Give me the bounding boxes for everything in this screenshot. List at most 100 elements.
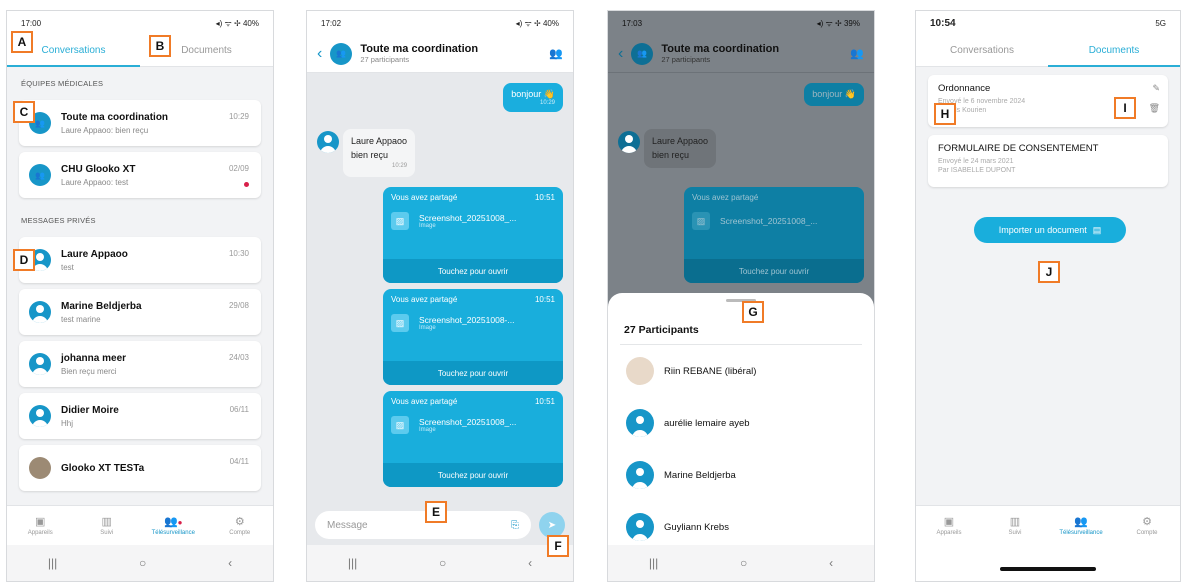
message-author: Laure Appaoo <box>652 136 709 146</box>
chart-icon: ▥ <box>101 516 112 528</box>
status-time: 17:03 <box>622 18 643 28</box>
section-private-messages: MESSAGES PRIVÉS <box>21 216 96 225</box>
file-type: Image <box>419 325 436 331</box>
group-avatar-icon: 👥 <box>29 164 51 186</box>
conversation-item[interactable]: 👥 CHU Glooko XT Laure Appaoo: test 02/09 <box>19 152 261 198</box>
chat-header: ‹ 👥 Toute ma coordination 27 participant… <box>608 35 874 73</box>
tab-bar: Conversations Documents <box>916 35 1180 67</box>
nav-account[interactable]: ⚙ Compte <box>1114 506 1180 545</box>
tab-conversations[interactable]: Conversations <box>916 35 1048 66</box>
system-nav-bar: ||| ○ ‹ <box>7 545 273 581</box>
private-message-item[interactable]: Glooko XT TESTa 04/11 <box>19 445 261 491</box>
back-arrow-icon[interactable]: ‹ <box>317 45 322 63</box>
document-date: Envoyé le 24 mars 2021 <box>938 158 1014 165</box>
marker-a: A <box>11 31 33 53</box>
contact-name: Glooko XT TESTa <box>61 462 145 474</box>
shared-file-message[interactable]: Vous avez partagé 10:51 ▨ Screenshot_20251… <box>383 289 563 385</box>
status-indicators: ◂) ᯤ ✢ 39% <box>816 18 860 28</box>
photo-avatar <box>626 357 654 385</box>
message-time: 10:29 <box>392 163 408 169</box>
marker-b: B <box>149 35 171 57</box>
person-avatar-icon <box>317 131 339 153</box>
message-text: bien reçu <box>652 149 690 160</box>
shared-file-message[interactable]: Vous avez partagé 10:51 ▨ Screenshot_20251… <box>383 391 563 487</box>
image-icon: ▨ <box>391 212 409 230</box>
participant-count: 27 participants <box>360 55 410 64</box>
participant-row[interactable]: Riin REBANE (libéral) <box>608 345 874 397</box>
outgoing-message: bonjour 👋 <box>804 83 864 106</box>
participant-row[interactable]: aurélie lemaire ayeb <box>608 397 874 449</box>
tap-to-open[interactable]: Touchez pour ouvrir <box>383 463 563 487</box>
tap-to-open[interactable]: Touchez pour ouvrir <box>383 259 563 283</box>
recents-icon[interactable]: ||| <box>649 556 658 570</box>
nav-followup[interactable]: ▥ Suivi <box>982 506 1048 545</box>
import-document-button[interactable]: Importer un document ▤ <box>974 217 1126 243</box>
attachment-icon[interactable]: ⎘ <box>511 520 519 531</box>
marker-i: I <box>1114 97 1136 119</box>
file-name: Screenshot_20251008_... <box>720 216 818 226</box>
participant-name: Riin REBANE (libéral) <box>664 365 757 377</box>
trash-icon[interactable]: 🗑 <box>1149 103 1160 114</box>
nav-label: Télésurveillance <box>1059 530 1103 536</box>
share-header: Vous avez partagé <box>391 295 458 304</box>
home-icon[interactable]: ○ <box>439 556 446 570</box>
status-time: 17:00 <box>21 18 42 28</box>
nav-devices[interactable]: ▣ Appareils <box>7 506 74 545</box>
nav-telemonitoring[interactable]: 👥● Télésurveillance <box>140 506 207 545</box>
back-icon[interactable]: ‹ <box>829 556 833 570</box>
back-arrow-icon[interactable]: ‹ <box>618 45 623 63</box>
participant-row[interactable]: Marine Beldjerba <box>608 449 874 501</box>
conversation-name: Toute ma coordination <box>61 111 169 123</box>
shared-file-message[interactable]: Vous avez partagé 10:51 ▨ Screenshot_20251… <box>383 187 563 283</box>
document-title: Ordonnance <box>938 83 991 94</box>
back-icon[interactable]: ‹ <box>228 556 232 570</box>
tab-documents[interactable]: Documents <box>1048 35 1180 67</box>
private-message-item[interactable]: Didier Moire Hhj 06/11 <box>19 393 261 439</box>
chat-title: Toute ma coordination <box>360 43 479 55</box>
home-indicator[interactable] <box>916 545 1180 581</box>
status-indicators: ◂) ᯤ ✢ 40% <box>215 18 259 28</box>
message-author: Laure Appaoo <box>351 136 408 146</box>
unread-dot <box>244 182 249 187</box>
home-icon[interactable]: ○ <box>139 556 146 570</box>
nav-telemonitoring[interactable]: 👥 Télésurveillance <box>1048 506 1114 545</box>
message-time: 10:29 <box>539 100 555 106</box>
recents-icon[interactable]: ||| <box>48 556 57 570</box>
conversation-item[interactable]: 👥 Toute ma coordination Laure Appaoo: bi… <box>19 100 261 146</box>
message-text: bonjour 👋 <box>812 89 856 99</box>
person-avatar-icon <box>626 513 654 541</box>
private-message-item[interactable]: Laure Appaoo test 10:30 <box>19 237 261 283</box>
message-preview: Bien reçu merci <box>61 366 117 376</box>
nav-account[interactable]: ⚙ Compte <box>207 506 274 545</box>
conversation-date: 10:29 <box>228 112 249 121</box>
input-placeholder: Message <box>327 519 368 531</box>
bottom-nav: ▣ Appareils ▥ Suivi 👥 Télésurveillance ⚙ Com… <box>916 505 1180 545</box>
home-icon[interactable]: ○ <box>740 556 747 570</box>
contact-name: Laure Appaoo <box>61 248 128 260</box>
marker-f: F <box>547 535 569 557</box>
recents-icon[interactable]: ||| <box>348 556 357 570</box>
private-message-item[interactable]: johanna meer Bien reçu merci 24/03 <box>19 341 261 387</box>
participants-icon[interactable]: 👥 <box>850 47 864 60</box>
edit-pencil-icon[interactable]: ✎ <box>1152 83 1160 94</box>
marker-d: D <box>13 249 35 271</box>
back-icon[interactable]: ‹ <box>528 556 532 570</box>
document-item[interactable]: FORMULAIRE DE CONSENTEMENT Envoyé le 24 … <box>928 135 1168 187</box>
nav-followup[interactable]: ▥ Suivi <box>74 506 141 545</box>
private-message-item[interactable]: Marine Beldjerba test marine 29/08 <box>19 289 261 335</box>
message-input[interactable]: Message ⎘ <box>315 511 531 539</box>
bottom-nav: ▣ Appareils ▥ Suivi 👥● Télésurveillance ⚙ Co… <box>7 505 273 545</box>
group-avatar-icon: 👥 <box>631 42 654 65</box>
tap-to-open: Touchez pour ouvrir <box>684 259 864 283</box>
tap-to-open[interactable]: Touchez pour ouvrir <box>383 361 563 385</box>
contact-name: Didier Moire <box>61 404 119 416</box>
nav-devices[interactable]: ▣ Appareils <box>916 506 982 545</box>
person-avatar-icon <box>626 461 654 489</box>
document-title: FORMULAIRE DE CONSENTEMENT <box>938 143 1099 154</box>
participants-icon[interactable]: 👥 <box>549 47 563 60</box>
outgoing-message: bonjour 👋 10:29 <box>503 83 563 112</box>
telemonitoring-icon: 👥● <box>163 516 183 528</box>
system-nav-bar: ||| ○ ‹ <box>608 545 874 581</box>
message-text: bonjour 👋 <box>511 89 555 99</box>
section-medical-teams: ÉQUIPES MÉDICALES <box>21 79 104 88</box>
